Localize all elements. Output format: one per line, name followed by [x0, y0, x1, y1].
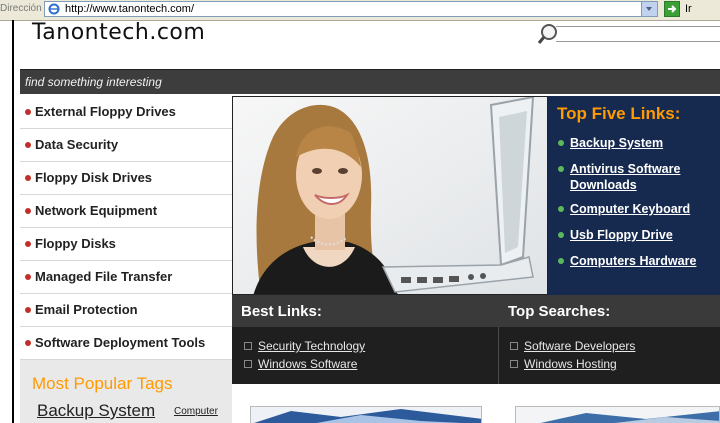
links-panel: Best Links: Top Searches: Security Techn…: [232, 295, 720, 384]
thumbnail-graphic: [251, 407, 481, 423]
address-label: Dirección: [0, 3, 42, 14]
arrow-right-icon: [668, 5, 677, 13]
top-link-computers-hardware[interactable]: Computers Hardware: [558, 253, 696, 269]
sidebar-item-managed-file-transfer[interactable]: Managed File Transfer: [20, 261, 232, 294]
sidebar-item-floppy-disk-drives[interactable]: Floppy Disk Drives: [20, 162, 232, 195]
top-five-title: Top Five Links:: [557, 104, 681, 123]
tagline-bar: find something interesting: [20, 69, 720, 94]
top-link-label: Usb Floppy Drive: [570, 228, 673, 242]
best-links-title: Best Links:: [241, 303, 322, 320]
tagline: find something interesting: [25, 75, 162, 89]
top-link-label: Antivirus Software: [570, 162, 681, 176]
sidebar-item-network-equipment[interactable]: Network Equipment: [20, 195, 232, 228]
bullet-icon: [25, 175, 31, 181]
square-bullet-icon: [510, 342, 518, 350]
bullet-icon: [558, 206, 564, 212]
tag-link[interactable]: Backup System: [37, 401, 155, 421]
popular-tags-box: Most Popular Tags Backup System Computer: [20, 360, 232, 423]
top-search-windows-hosting[interactable]: Windows Hosting: [510, 357, 617, 371]
go-button[interactable]: [664, 1, 680, 17]
sidebar-item-label: Software Deployment Tools: [35, 335, 206, 350]
bullet-icon: [25, 208, 31, 214]
best-link-windows-software[interactable]: Windows Software: [244, 357, 357, 371]
bullet-icon: [558, 166, 564, 172]
sidebar-item-label: Data Security: [35, 137, 119, 152]
top-link-backup-system[interactable]: Backup System: [558, 135, 663, 151]
woman-with-laptop-image: [233, 97, 547, 294]
sidebar-item-data-security[interactable]: Data Security: [20, 129, 232, 162]
bullet-icon: [25, 109, 31, 115]
bullet-icon: [558, 258, 564, 264]
sidebar-item-label: External Floppy Drives: [35, 104, 176, 119]
hero-image: [232, 96, 548, 295]
top-search-software-developers[interactable]: Software Developers: [510, 339, 635, 353]
bullet-icon: [25, 340, 31, 346]
sidebar-item-label: Floppy Disk Drives: [35, 170, 153, 185]
tag-link[interactable]: Computer: [174, 406, 218, 417]
ie-page-icon: [48, 3, 60, 15]
search-input[interactable]: [556, 26, 720, 42]
top-link-label: Computers Hardware: [570, 254, 697, 268]
url-text: http://www.tanontech.com/: [65, 3, 195, 15]
sidebar-item-label: Managed File Transfer: [35, 269, 173, 284]
top-link-label: Computer Keyboard: [570, 202, 691, 216]
top-link-usb-floppy-drive[interactable]: Usb Floppy Drive: [558, 227, 673, 243]
sidebar-item-floppy-disks[interactable]: Floppy Disks: [20, 228, 232, 261]
thumbnail-graphic: [516, 407, 719, 423]
best-link-security-technology[interactable]: Security Technology: [244, 339, 365, 353]
page-left-border: [12, 20, 14, 423]
address-bar: Dirección http://www.tanontech.com/ Ir: [0, 0, 720, 21]
top-link-label-line2: Downloads: [570, 178, 637, 192]
url-input[interactable]: http://www.tanontech.com/: [44, 1, 658, 17]
square-bullet-icon: [510, 360, 518, 368]
best-link-label: Windows Software: [258, 357, 358, 371]
top-search-label: Windows Hosting: [524, 357, 617, 371]
sidebar-item-label: Network Equipment: [35, 203, 158, 218]
links-panel-header: Best Links: Top Searches:: [232, 295, 720, 327]
thumbnail-image[interactable]: [250, 406, 482, 423]
site-title[interactable]: Tanontech.com: [32, 20, 205, 45]
sidebar-item-external-floppy-drives[interactable]: External Floppy Drives: [20, 96, 232, 129]
sidebar: External Floppy Drives Data Security Flo…: [20, 96, 232, 360]
best-link-label: Security Technology: [258, 339, 366, 353]
bullet-icon: [558, 140, 564, 146]
top-five-links-panel: Top Five Links: Backup System Antivirus …: [548, 96, 720, 295]
bullet-icon: [25, 307, 31, 313]
sidebar-item-software-deployment-tools[interactable]: Software Deployment Tools: [20, 327, 232, 360]
top-searches-title: Top Searches:: [508, 303, 611, 320]
top-link-label: Backup System: [570, 136, 664, 150]
bullet-icon: [25, 142, 31, 148]
popular-tags-title: Most Popular Tags: [32, 374, 173, 393]
top-link-computer-keyboard[interactable]: Computer Keyboard: [558, 201, 690, 217]
sidebar-item-label: Email Protection: [35, 302, 138, 317]
chevron-down-icon[interactable]: [641, 2, 657, 16]
square-bullet-icon: [244, 342, 252, 350]
column-divider: [498, 327, 499, 384]
sidebar-item-email-protection[interactable]: Email Protection: [20, 294, 232, 327]
top-search-label: Software Developers: [524, 339, 636, 353]
sidebar-item-label: Floppy Disks: [35, 236, 116, 251]
top-link-antivirus-software-downloads[interactable]: Antivirus Software Downloads: [558, 161, 680, 193]
square-bullet-icon: [244, 360, 252, 368]
bullet-icon: [25, 274, 31, 280]
thumbnail-image[interactable]: [515, 406, 720, 423]
bullet-icon: [25, 241, 31, 247]
bullet-icon: [558, 232, 564, 238]
go-label[interactable]: Ir: [685, 3, 692, 15]
